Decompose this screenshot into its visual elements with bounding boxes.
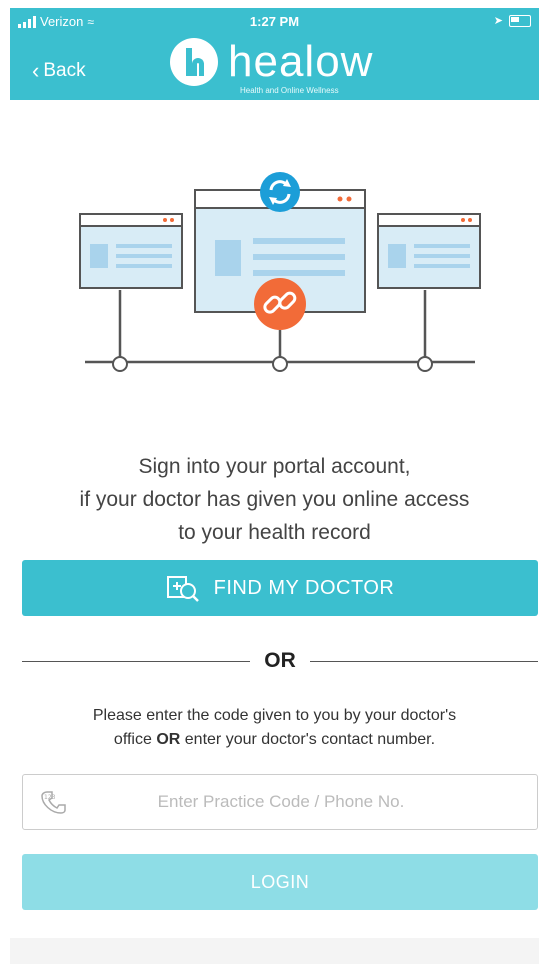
left-browser-window [79,213,183,289]
intro-line-2: if your doctor has given you online acce… [79,488,470,511]
intro-line-3: to your health record [178,521,371,544]
link-icon [254,278,306,330]
find-my-doctor-button[interactable]: FIND MY DOCTOR [22,560,538,616]
or-divider: OR [22,646,538,676]
healow-logo: healow Health and Online Wellness [170,37,374,95]
instructions-part-2: office [113,731,157,748]
or-label: OR [264,649,296,672]
back-button[interactable]: ‹ Back [32,58,86,84]
code-instructions: Please enter the code given to you by yo… [20,704,529,752]
intro-text: Sign into your portal account, if your d… [0,450,549,549]
logo-tagline: Health and Online Wellness [240,86,339,95]
intro-line-1: Sign into your portal account, [138,455,411,478]
practice-code-field[interactable]: 123 [22,774,538,830]
divider-line-right [309,660,538,662]
instructions-or: OR [156,731,181,748]
instructions-part-3: enter your doctor's contact number. [180,731,436,748]
logo-wordmark: healow [228,37,374,86]
location-arrow-icon: ➤ [493,15,503,27]
status-bar: Verizon ≈ 1:27 PM ➤ [10,8,539,36]
instructions-part-1: Please enter the code given to you by yo… [92,707,457,724]
find-my-doctor-label: FIND MY DOCTOR [213,576,395,599]
app-header: Verizon ≈ 1:27 PM ➤ ‹ Back healow Health… [10,8,539,100]
bottom-bar [10,938,539,964]
back-label: Back [43,60,86,81]
sync-icon [260,172,300,212]
portal-sync-illustration [79,172,481,372]
login-button[interactable]: LOGIN [22,854,538,910]
right-browser-window [377,213,481,289]
node-left [112,356,128,372]
divider-line-left [22,660,251,662]
phone-handset-icon: 123 [23,788,83,816]
healow-logo-icon [170,38,218,86]
node-center [272,356,288,372]
doctor-search-icon [166,576,199,602]
status-time: 1:27 PM [249,14,300,29]
svg-text:123: 123 [44,794,56,801]
chevron-left-icon: ‹ [32,58,40,83]
battery-icon [509,14,531,27]
login-label: LOGIN [250,871,310,892]
practice-code-input[interactable] [83,791,537,813]
node-right [417,356,433,372]
